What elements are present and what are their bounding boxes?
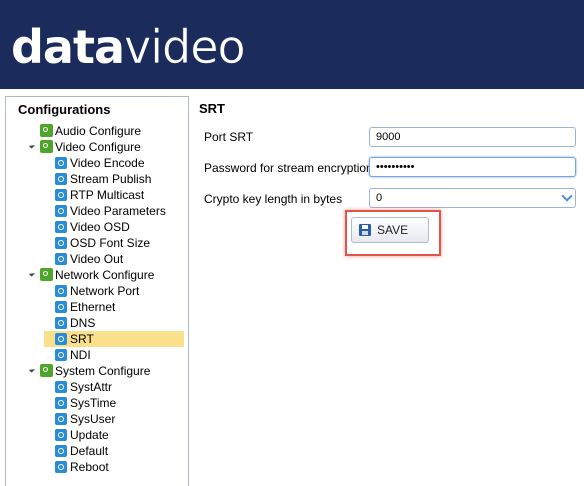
tree-item-label: RTP Multicast bbox=[70, 188, 145, 202]
tree-item-systattr[interactable]: SystAttr bbox=[55, 379, 112, 395]
config-item-icon bbox=[55, 413, 67, 425]
tree-item-label: SRT bbox=[70, 332, 94, 346]
header-bar: datavideo bbox=[0, 0, 584, 89]
tree-group-system-configure[interactable]: System Configure bbox=[28, 363, 151, 379]
logo-text-thin: video bbox=[124, 20, 246, 75]
tree-item-dns[interactable]: DNS bbox=[55, 315, 95, 331]
datavideo-logo: datavideo bbox=[11, 17, 246, 77]
tree-item-srt[interactable]: SRT bbox=[55, 331, 94, 347]
tree-item-video-encode[interactable]: Video Encode bbox=[55, 155, 145, 171]
config-item-icon bbox=[55, 237, 67, 249]
tree-item-ethernet[interactable]: Ethernet bbox=[55, 299, 115, 315]
config-item-icon bbox=[55, 429, 67, 441]
expand-arrow-icon[interactable] bbox=[28, 366, 36, 373]
tree-item-label: SystAttr bbox=[70, 380, 113, 394]
tree-item-label: Video Encode bbox=[70, 156, 145, 170]
sidebar: Configurations Audio Configure Video Con… bbox=[5, 96, 189, 486]
tree-group-label: System Configure bbox=[55, 364, 151, 378]
config-item-icon bbox=[55, 221, 67, 233]
tree-item-osd-font-size[interactable]: OSD Font Size bbox=[55, 235, 150, 251]
tree-group-network-configure[interactable]: Network Configure bbox=[28, 267, 155, 283]
tree-item-label: Video Parameters bbox=[70, 204, 166, 218]
tree-item-label: Network Port bbox=[70, 284, 140, 298]
tree-item-network-port[interactable]: Network Port bbox=[55, 283, 139, 299]
save-button[interactable]: SAVE bbox=[351, 217, 429, 243]
main-panel: SRT Port SRT 9000 Password for stream en… bbox=[191, 96, 584, 486]
tree-item-label: DNS bbox=[70, 316, 96, 330]
config-item-icon bbox=[55, 349, 67, 361]
tree-item-sysuser[interactable]: SysUser bbox=[55, 411, 115, 427]
tree-item-label: Video OSD bbox=[70, 220, 130, 234]
config-group-icon bbox=[40, 140, 53, 153]
tree-item-reboot[interactable]: Reboot bbox=[55, 459, 109, 475]
tree-group-label: Network Configure bbox=[55, 268, 155, 282]
tree-item-label: SysUser bbox=[70, 412, 116, 426]
config-item-icon bbox=[55, 173, 67, 185]
tree-item-video-out[interactable]: Video Out bbox=[55, 251, 123, 267]
config-item-icon bbox=[55, 333, 67, 345]
sidebar-title: Configurations bbox=[18, 102, 111, 117]
config-item-icon bbox=[55, 253, 67, 265]
tree-group-label: Audio Configure bbox=[55, 124, 142, 138]
tree-group-audio-configure[interactable]: Audio Configure bbox=[40, 123, 141, 139]
config-item-icon bbox=[55, 205, 67, 217]
password-label: Password for stream encryption bbox=[204, 161, 373, 175]
config-item-icon bbox=[55, 317, 67, 329]
port-srt-label: Port SRT bbox=[204, 130, 254, 144]
tree-group-video-configure[interactable]: Video Configure bbox=[28, 139, 141, 155]
tree-item-systime[interactable]: SysTime bbox=[55, 395, 116, 411]
tree-item-label: OSD Font Size bbox=[70, 236, 151, 250]
tree-item-video-osd[interactable]: Video OSD bbox=[55, 219, 130, 235]
tree-item-label: Stream Publish bbox=[70, 172, 152, 186]
port-srt-input[interactable]: 9000 bbox=[369, 127, 576, 147]
tree-item-label: Ethernet bbox=[70, 300, 116, 314]
config-item-icon bbox=[55, 285, 67, 297]
tree-group-label: Video Configure bbox=[55, 140, 141, 154]
config-item-icon bbox=[55, 381, 67, 393]
config-item-icon bbox=[55, 461, 67, 473]
tree-item-label: Reboot bbox=[70, 460, 109, 474]
config-group-icon bbox=[40, 124, 53, 137]
crypto-key-length-select[interactable]: 0 bbox=[369, 188, 576, 208]
crypto-key-length-label: Crypto key length in bytes bbox=[204, 192, 343, 206]
tree-item-label: NDI bbox=[70, 348, 91, 362]
tree-item-stream-publish[interactable]: Stream Publish bbox=[55, 171, 151, 187]
chevron-down-icon bbox=[561, 190, 573, 202]
tree-item-label: Default bbox=[70, 444, 109, 458]
crypto-key-length-value: 0 bbox=[376, 192, 383, 204]
tree-item-label: Update bbox=[70, 428, 109, 442]
tree-item-label: SysTime bbox=[70, 396, 117, 410]
tree-item-update[interactable]: Update bbox=[55, 427, 109, 443]
expand-arrow-icon[interactable] bbox=[28, 142, 36, 149]
config-group-icon bbox=[40, 268, 53, 281]
tree-item-label: Video Out bbox=[70, 252, 124, 266]
password-input[interactable]: •••••••••• bbox=[369, 157, 576, 177]
tree-item-ndi[interactable]: NDI bbox=[55, 347, 91, 363]
config-item-icon bbox=[55, 445, 67, 457]
config-item-icon bbox=[55, 301, 67, 313]
config-item-icon bbox=[55, 397, 67, 409]
config-item-icon bbox=[55, 189, 67, 201]
tree-item-video-parameters[interactable]: Video Parameters bbox=[55, 203, 166, 219]
save-button-label: SAVE bbox=[377, 223, 409, 237]
tree-item-default[interactable]: Default bbox=[55, 443, 108, 459]
expand-arrow-icon[interactable] bbox=[28, 270, 36, 277]
page-title: SRT bbox=[199, 101, 225, 116]
tree-item-rtp-multicast[interactable]: RTP Multicast bbox=[55, 187, 144, 203]
config-item-icon bbox=[55, 157, 67, 169]
logo-text-bold: data bbox=[11, 20, 125, 74]
floppy-disk-icon bbox=[359, 224, 371, 236]
config-group-icon bbox=[40, 364, 53, 377]
